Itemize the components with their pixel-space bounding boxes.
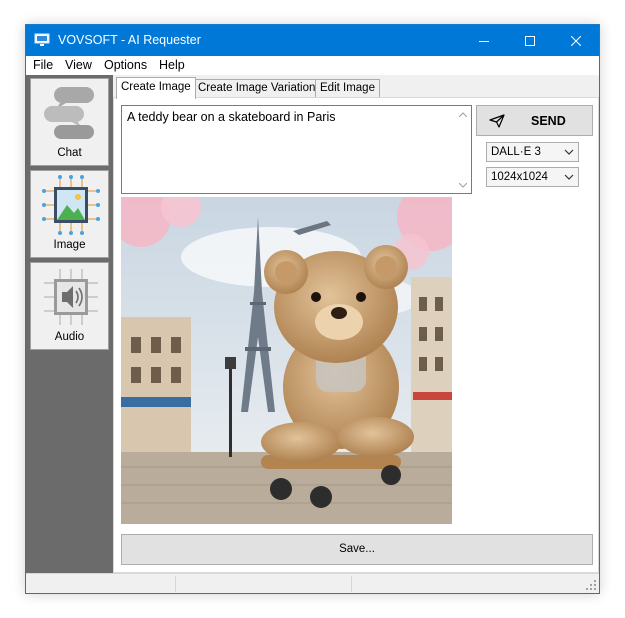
menu-view[interactable]: View [65, 58, 92, 72]
create-image-panel: A teddy bear on a skateboard in Paris SE… [113, 97, 599, 573]
send-label: SEND [531, 114, 566, 128]
window-title: VOVSOFT - AI Requester [58, 33, 201, 47]
tab-edit-image[interactable]: Edit Image [315, 79, 380, 98]
generated-image [121, 197, 452, 524]
close-icon [571, 35, 581, 46]
sidebar: Chat Image Audio [26, 75, 113, 573]
image-icon [42, 175, 100, 235]
size-select-value: 1024x1024 [491, 171, 548, 183]
chat-bubbles-icon [44, 87, 94, 139]
prompt-scrollbar[interactable] [455, 106, 471, 193]
menu-help[interactable]: Help [159, 58, 185, 72]
maximize-button[interactable] [507, 25, 553, 56]
send-button[interactable]: SEND [476, 105, 593, 136]
chevron-down-icon [564, 149, 574, 155]
status-cell [176, 576, 352, 592]
sidebar-item-label: Audio [54, 331, 85, 343]
menu-options[interactable]: Options [104, 58, 147, 72]
tab-create-image[interactable]: Create Image [116, 77, 196, 99]
title-bar[interactable]: VOVSOFT - AI Requester [26, 25, 599, 56]
status-bar [26, 573, 599, 593]
scroll-down-icon[interactable] [455, 177, 471, 193]
maximize-icon [525, 35, 535, 46]
tab-create-image-variation[interactable]: Create Image Variation [193, 79, 321, 98]
app-monitor-icon [34, 33, 50, 46]
prompt-text: A teddy bear on a skateboard in Paris [127, 110, 336, 124]
menu-bar: File View Options Help [26, 56, 599, 75]
minimize-icon [479, 40, 489, 42]
prompt-input[interactable]: A teddy bear on a skateboard in Paris [121, 105, 472, 194]
status-cell [26, 576, 176, 592]
close-button[interactable] [553, 25, 599, 56]
teddy-bear-paris-image [121, 197, 452, 524]
model-select-value: DALL·E 3 [491, 146, 541, 158]
sidebar-item-chat[interactable]: Chat [30, 78, 109, 166]
model-select[interactable]: DALL·E 3 [486, 142, 579, 162]
paper-plane-icon [489, 114, 505, 128]
size-select[interactable]: 1024x1024 [486, 167, 579, 187]
minimize-button[interactable] [461, 25, 507, 56]
sidebar-item-audio[interactable]: Audio [30, 262, 109, 350]
save-button[interactable]: Save... [121, 534, 593, 565]
scroll-up-icon[interactable] [455, 106, 471, 122]
speaker-icon [44, 269, 98, 325]
sidebar-item-label: Image [53, 239, 86, 251]
menu-file[interactable]: File [33, 58, 53, 72]
app-window: VOVSOFT - AI Requester File View Options… [25, 24, 600, 594]
sidebar-item-label: Chat [57, 147, 82, 159]
sidebar-item-image[interactable]: Image [30, 170, 109, 258]
chevron-down-icon [564, 174, 574, 180]
resize-grip-icon[interactable] [585, 579, 597, 591]
